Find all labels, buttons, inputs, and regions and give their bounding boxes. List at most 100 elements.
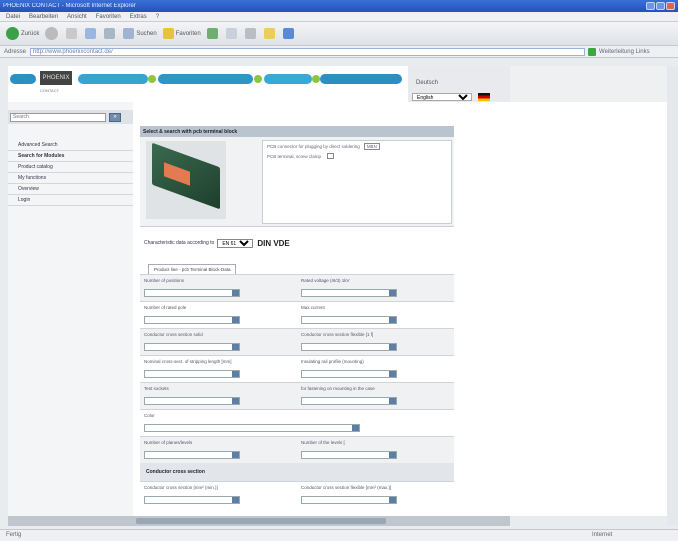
filter-row: Number of rated pole Max.current	[140, 301, 454, 328]
search-toolbar-button[interactable]: Suchen	[123, 28, 157, 39]
banner-chain-decoration	[78, 74, 148, 84]
menu-item-tools[interactable]: Extras	[130, 14, 147, 20]
product-option-checkbox[interactable]	[327, 153, 335, 159]
refresh-button[interactable]	[85, 28, 98, 39]
favorites-button[interactable]: Favoriten	[162, 28, 201, 39]
banner-dot-decoration	[312, 75, 320, 83]
history-button[interactable]	[206, 28, 220, 39]
product-option-label: PCB connector for plugging by direct sol…	[267, 143, 360, 149]
tab-product-line[interactable]: Product line - pcb Terminal Block-Data	[148, 264, 237, 274]
filter-select[interactable]	[144, 370, 240, 378]
filter-select[interactable]	[301, 289, 397, 297]
filter-select[interactable]	[144, 397, 240, 405]
filter-cell: Number of positions	[140, 275, 297, 301]
stop-button[interactable]	[66, 28, 79, 39]
banner-chain-decoration	[10, 74, 36, 84]
country-label: Deutsch	[416, 80, 439, 86]
filter-cell: Max.current	[297, 302, 454, 328]
product-option-value: MBN	[363, 142, 380, 150]
filter-select[interactable]	[144, 289, 240, 297]
forward-button[interactable]	[45, 27, 60, 40]
close-window-button[interactable]	[666, 2, 675, 10]
go-icon[interactable]	[588, 47, 597, 56]
messenger-button[interactable]	[282, 28, 296, 39]
links-label[interactable]: Weiterleitung Links	[599, 49, 650, 55]
banner-chain-decoration	[264, 74, 312, 84]
filter-select[interactable]	[301, 370, 397, 378]
filter-select[interactable]	[301, 397, 397, 405]
filter-row: Conductor cross section solid Conductor …	[140, 328, 454, 355]
dropdown-arrow-icon	[389, 371, 396, 377]
filter-label: Nominal cross-sect. of stripping length …	[144, 359, 232, 364]
company-logo[interactable]: PHOENIX	[40, 71, 72, 85]
vertical-scrollbar[interactable]	[667, 66, 678, 526]
filter-select[interactable]	[144, 496, 240, 504]
dropdown-arrow-icon	[232, 317, 239, 323]
menu-item-view[interactable]: Ansicht	[67, 14, 87, 20]
filter-select[interactable]	[301, 496, 397, 504]
filter-cell: Test sockets	[140, 383, 297, 409]
filter-label: Conductor cross section solid	[144, 332, 203, 337]
dropdown-arrow-icon	[389, 290, 396, 296]
sidebar-item-login[interactable]: Login	[8, 195, 133, 206]
filter-cell: Number of rated pole	[140, 302, 297, 328]
german-flag-icon[interactable]	[478, 93, 490, 101]
favorites-label: Favoriten	[175, 30, 201, 37]
page-right-background	[510, 66, 667, 516]
menu-item-favorites[interactable]: Favoriten	[96, 14, 121, 20]
url-field[interactable]: http://www.phoenixcontact.de/	[30, 47, 586, 56]
star-icon	[162, 28, 174, 39]
window-title: PHOENIX CONTACT - Microsoft Internet Exp…	[3, 3, 136, 9]
filter-select[interactable]	[144, 343, 240, 351]
search-toolbar-label: Suchen	[136, 30, 157, 37]
color-select[interactable]	[144, 424, 360, 432]
filter-label: Conductor cross section flexible [mm² (m…	[301, 485, 392, 490]
sidebar-item-overview[interactable]: Overview	[8, 184, 133, 195]
filter-label: Conductor cross section [mm² (min.)]	[144, 485, 218, 490]
main-content: Select & search with pcb terminal block …	[140, 126, 454, 516]
standard-select[interactable]: EN 61984	[217, 238, 254, 248]
filter-cell: for fastening on mounting in the case	[297, 383, 454, 409]
product-area: PCB connector for plugging by direct sol…	[140, 137, 454, 227]
filter-cell: Number of planes/levels	[140, 437, 297, 463]
horizontal-scrollbar[interactable]	[8, 516, 510, 526]
filter-select[interactable]	[144, 451, 240, 459]
mail-button[interactable]	[225, 28, 239, 39]
filter-cell: Conductor cross section flexible [mm² (m…	[297, 482, 454, 508]
home-button[interactable]	[104, 28, 117, 39]
sidebar-item-product-catalog[interactable]: Product catalog	[8, 162, 133, 173]
menu-item-edit[interactable]: Bearbeiten	[29, 14, 58, 20]
sidebar-item-advanced-search[interactable]: Advanced Search	[8, 140, 133, 151]
filter-select[interactable]	[144, 316, 240, 324]
scrollbar-thumb[interactable]	[136, 518, 386, 524]
language-select[interactable]: English	[412, 93, 472, 101]
window-titlebar: PHOENIX CONTACT - Microsoft Internet Exp…	[0, 0, 678, 12]
search-input[interactable]	[10, 112, 106, 122]
sidebar-item-search-modules[interactable]: Search for Modules	[8, 151, 133, 162]
language-panel: Deutsch English	[408, 66, 510, 102]
filter-select[interactable]	[301, 451, 397, 459]
filter-row: Nominal cross-sect. of stripping length …	[140, 355, 454, 382]
menu-item-help[interactable]: ?	[156, 14, 159, 20]
filter-select[interactable]	[301, 316, 397, 324]
back-button[interactable]: Zurück	[6, 27, 39, 40]
dropdown-arrow-icon	[389, 317, 396, 323]
browser-toolbar: Zurück Suchen Favoriten	[0, 22, 678, 46]
filter-label: Color	[144, 413, 155, 418]
sidebar-item-my-functions[interactable]: My functions	[8, 173, 133, 184]
menu-bar: Datei Bearbeiten Ansicht Favoriten Extra…	[0, 12, 678, 22]
header-banner: PHOENIX CONTACT	[8, 66, 408, 102]
filter-select[interactable]	[301, 343, 397, 351]
minimize-button[interactable]	[646, 2, 655, 10]
sidebar-nav: Advanced Search Search for Modules Produ…	[8, 140, 133, 206]
maximize-button[interactable]	[656, 2, 665, 10]
product-image	[146, 141, 226, 219]
product-option-row[interactable]: PCB terminal, screw clamp	[263, 151, 451, 161]
print-button[interactable]	[244, 28, 258, 39]
product-option-row[interactable]: PCB connector for plugging by direct sol…	[263, 141, 451, 151]
search-button[interactable]: »	[109, 112, 121, 122]
filter-label: Rated voltage (III/3) 1kV	[301, 278, 350, 283]
dropdown-arrow-icon	[232, 371, 239, 377]
folder-button[interactable]	[263, 28, 277, 39]
menu-item-file[interactable]: Datei	[6, 14, 20, 20]
